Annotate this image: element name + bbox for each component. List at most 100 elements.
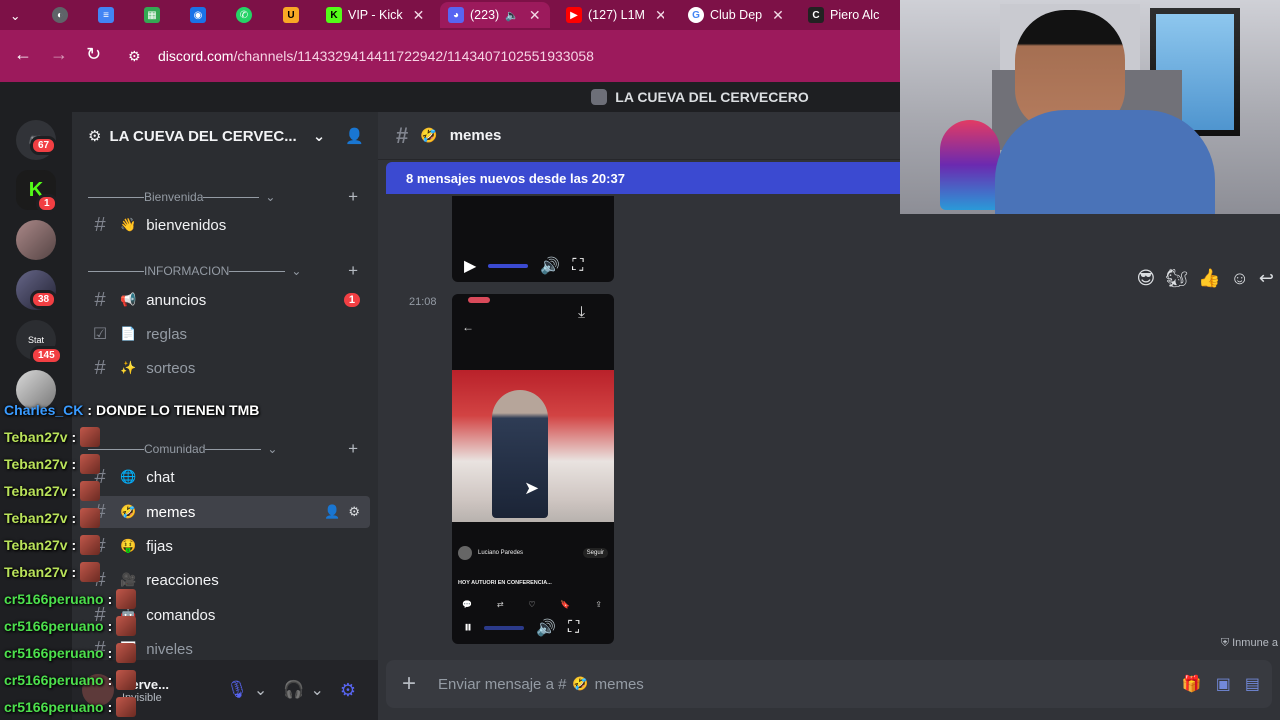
guild-header[interactable]: ⚙ LA CUEVA DEL CERVEC... ⌄ 👤 — [72, 112, 378, 160]
channel-sorteos[interactable]: # ✨ sorteos — [80, 352, 370, 384]
dm-badge: 67 — [30, 136, 58, 155]
chat-text: DONDE LO TIENEN TMB — [96, 401, 260, 418]
volume-slider[interactable] — [484, 626, 525, 630]
fullscreen-icon[interactable]: ⛶ — [572, 257, 583, 275]
channel-emoji: 🤣 — [572, 676, 589, 691]
emote-icon — [80, 453, 101, 474]
download-icon[interactable]: ⤓ — [578, 304, 585, 322]
microphone — [940, 120, 1000, 210]
back-arrow-icon[interactable]: ← — [14, 44, 32, 65]
tab-label: Club Dep — [710, 8, 763, 22]
url-field[interactable]: discord.com/channels/1143329414411722942… — [158, 48, 594, 64]
tab-sheets[interactable]: ▦ — [144, 2, 160, 28]
add-member-icon[interactable]: 👤 — [345, 127, 364, 145]
sunglasses-emoji-icon[interactable]: 😎 — [1136, 268, 1155, 289]
tab-clockify[interactable]: ◉ — [190, 2, 206, 28]
reply-icon[interactable]: ↩ — [1259, 268, 1274, 289]
tab-discord[interactable]: ◕ (223) 🔈 ✕ — [440, 2, 550, 28]
chat-username: Charles_CK — [4, 401, 84, 418]
channel-title: memes — [449, 127, 502, 144]
chevron-down-icon: ⌄ — [10, 8, 21, 23]
message-composer[interactable]: + Enviar mensaje a # 🤣 memes 🎁 ▣ ▤ — [386, 660, 1272, 708]
fullscreen-icon[interactable]: ⛶ — [568, 619, 579, 637]
webcam-overlay — [900, 0, 1280, 214]
gift-icon[interactable]: 🎁 — [1182, 674, 1202, 694]
channel-emoji: 📄 — [120, 326, 137, 341]
chat-line: Teban27v: — [4, 531, 304, 558]
video-player[interactable]: ⤓ ← ➤ Luciano Paredes Seguir HOY AUTUORI… — [452, 294, 614, 644]
speaker-icon[interactable]: 🔊 — [536, 618, 556, 638]
gif-icon[interactable]: ▣ — [1216, 674, 1231, 694]
video-caption-author: Luciano Paredes Seguir — [458, 546, 608, 560]
close-icon[interactable]: ✕ — [529, 7, 541, 24]
repost-icon: ⇄ — [496, 600, 504, 609]
thumbs-up-emoji-icon[interactable]: 👍 — [1198, 268, 1220, 289]
site-info-icon[interactable]: ⚙ — [128, 48, 141, 65]
pause-icon[interactable]: ⏸ — [464, 619, 472, 637]
category-informacion[interactable]: INFORMACION ⌄ + — [88, 261, 358, 280]
close-icon[interactable]: ✕ — [655, 7, 664, 24]
chat-line: cr5166peruano: — [4, 693, 304, 720]
hash-icon: # — [94, 356, 106, 379]
tab-piero[interactable]: C Piero Alc — [808, 2, 900, 28]
chat-line: cr5166peruano: — [4, 639, 304, 666]
volume-slider[interactable] — [488, 264, 529, 268]
squirrel-emoji-icon[interactable]: 🐿 — [1165, 268, 1188, 289]
add-channel-icon[interactable]: + — [348, 261, 358, 281]
forward-arrow-icon[interactable]: → — [50, 44, 68, 65]
gear-icon[interactable]: ⚙ — [348, 504, 360, 520]
add-reaction-icon[interactable]: ☺ — [1231, 268, 1249, 289]
tab-globe[interactable]: ◐ — [52, 2, 68, 28]
video-player[interactable]: ▶ 🔊 ⛶ — [452, 196, 614, 282]
channel-emoji: 👋 — [120, 217, 137, 232]
close-icon[interactable]: ✕ — [413, 7, 425, 24]
chat-line: cr5166peruano: — [4, 585, 304, 612]
speaker-icon[interactable]: 🔈 — [505, 9, 519, 22]
chevron-down-icon[interactable]: ⌄ — [310, 680, 323, 700]
category-label: INFORMACION — [144, 264, 230, 278]
tab-label: (223) — [470, 8, 500, 22]
sticker-icon[interactable]: ▤ — [1245, 674, 1260, 694]
tab-u[interactable]: U — [283, 2, 299, 28]
channel-reglas[interactable]: ☑ 📄 reglas — [80, 318, 370, 350]
tab-docs[interactable]: ≡ — [98, 2, 114, 28]
add-attachment-icon[interactable]: + — [402, 670, 416, 698]
chat-line: cr5166peruano: — [4, 666, 304, 693]
emote-icon — [80, 426, 101, 447]
chat-line: cr5166peruano: — [4, 612, 304, 639]
server-avatar-icon — [591, 89, 608, 105]
chat-line: Teban27v: — [4, 423, 304, 450]
tab-youtube[interactable]: ▶ (127) L1M ✕ — [566, 2, 664, 28]
invite-icon[interactable]: 👤 — [324, 504, 340, 520]
divider — [88, 196, 144, 198]
channel-emoji: ✨ — [120, 360, 137, 375]
unread-badge: 1 — [343, 293, 360, 307]
reload-icon[interactable]: ↻ — [86, 44, 101, 65]
close-icon[interactable]: ✕ — [772, 7, 784, 24]
comment-icon: 💬 — [462, 600, 472, 609]
tab-whatsapp[interactable]: ✆ — [236, 2, 252, 28]
play-icon[interactable]: ▶ — [464, 256, 476, 276]
chat-username: Teban27v — [4, 563, 68, 580]
speaker-icon[interactable]: 🔊 — [540, 256, 560, 276]
category-bienvenida[interactable]: Bienvenida ⌄ + — [88, 187, 358, 206]
add-channel-icon[interactable]: + — [348, 187, 358, 207]
shield-icon: ⛨ — [1220, 637, 1230, 649]
channel-bienvenidos[interactable]: # 👋 bienvenidos — [80, 209, 370, 241]
chat-line: Charles_CK: DONDE LO TIENEN TMB — [4, 401, 260, 418]
channel-anuncios[interactable]: # 📢 anuncios 1 — [80, 284, 370, 316]
chat-username: Teban27v — [4, 482, 68, 499]
tab-google[interactable]: G Club Dep ✕ — [688, 2, 788, 28]
tab-search-menu[interactable]: ⌄ — [10, 2, 20, 28]
add-channel-icon[interactable]: + — [348, 439, 358, 459]
message-input[interactable]: Enviar mensaje a # 🤣 memes — [438, 676, 644, 693]
immune-label: Inmune a — [1232, 637, 1278, 649]
video-frame: ➤ — [452, 370, 614, 522]
channel-label: anuncios — [146, 291, 207, 309]
tab-kick[interactable]: K VIP - Kick ✕ — [326, 2, 424, 28]
emote-icon — [116, 696, 137, 717]
kick-icon: K — [326, 7, 342, 23]
category-label: Bienvenida — [144, 190, 204, 204]
server-avatar-1[interactable] — [16, 220, 56, 260]
user-settings-icon[interactable]: ⚙ — [340, 680, 356, 701]
